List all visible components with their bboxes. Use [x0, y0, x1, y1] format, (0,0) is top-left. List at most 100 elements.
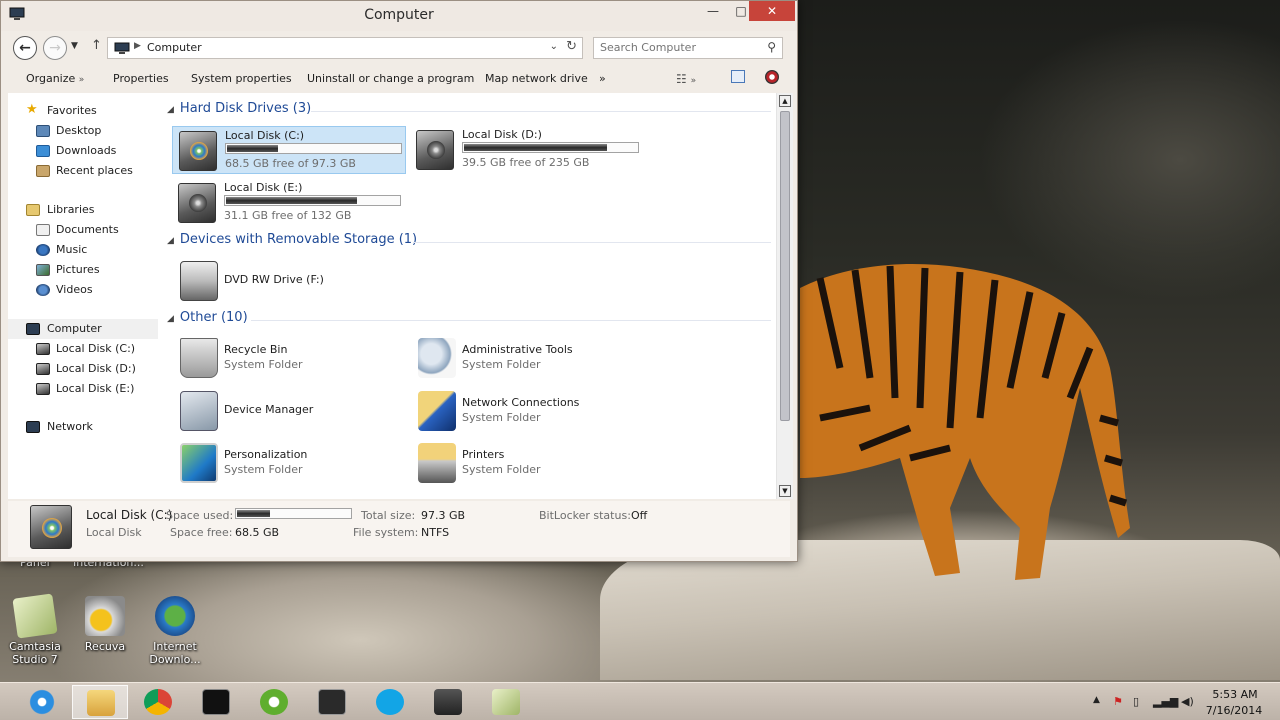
- back-button[interactable]: ←: [13, 36, 37, 60]
- taskbar-skype[interactable]: [362, 685, 418, 719]
- details-usage-fill: [237, 510, 270, 517]
- nav-item-documents[interactable]: Documents: [8, 220, 158, 240]
- organize-button[interactable]: Organize »: [26, 72, 84, 85]
- window-title: Computer: [364, 7, 434, 23]
- recycle-bin-tile[interactable]: Recycle Bin System Folder: [172, 335, 406, 381]
- nav-item-favorites[interactable]: ★ Favorites: [8, 101, 158, 121]
- personalization-icon: [180, 443, 218, 483]
- address-bar[interactable]: ▶ Computer ⌄ ↻: [107, 37, 583, 59]
- taskbar-camtasia-studio[interactable]: [478, 685, 534, 719]
- printer-icon: [418, 443, 456, 483]
- details-total-size-label: Total size:: [361, 509, 416, 522]
- up-arrow-icon[interactable]: ↑: [91, 38, 102, 53]
- taskbar-media-app[interactable]: [304, 685, 360, 719]
- administrative-tools-tile[interactable]: Administrative Tools System Folder: [410, 335, 644, 381]
- camtasia-icon: [492, 689, 520, 715]
- map-network-drive-button[interactable]: Map network drive: [485, 72, 588, 85]
- dvd-drive-tile[interactable]: DVD RW Drive (F:): [172, 258, 406, 304]
- nav-item-downloads[interactable]: Downloads: [8, 141, 158, 161]
- desktop-icon-recuva[interactable]: Recuva: [70, 596, 140, 653]
- close-button[interactable]: ✕: [749, 1, 795, 21]
- volume-icon[interactable]: ◀): [1181, 695, 1194, 708]
- details-pane: Local Disk (C:) Local Disk Space used: S…: [8, 501, 790, 557]
- nav-item-disk-c[interactable]: Local Disk (C:): [8, 339, 158, 359]
- address-dropdown-icon[interactable]: ⌄: [550, 41, 558, 52]
- power-icon[interactable]: ▯: [1133, 695, 1139, 708]
- clock-time[interactable]: 5:53 AM: [1210, 688, 1260, 701]
- nav-item-network[interactable]: Network: [8, 417, 158, 437]
- desktop-icon-internet-download[interactable]: Internet Downlo...: [140, 596, 210, 666]
- network-connections-tile[interactable]: Network Connections System Folder: [410, 388, 644, 434]
- desktop-icon-camtasia[interactable]: Camtasia Studio 7: [0, 593, 70, 666]
- hard-disk-icon: [36, 363, 50, 375]
- taskbar-chrome[interactable]: [130, 685, 186, 719]
- nav-item-disk-e[interactable]: Local Disk (E:): [8, 379, 158, 399]
- computer-icon: [26, 323, 40, 335]
- camtasia-icon: [12, 593, 58, 639]
- clock-date[interactable]: 7/16/2014: [1204, 704, 1264, 717]
- drive-tile-d[interactable]: Local Disk (D:) 39.5 GB free of 235 GB: [410, 126, 644, 174]
- title-bar[interactable]: Computer — □ ✕: [1, 1, 797, 31]
- nav-item-libraries[interactable]: Libraries: [8, 200, 158, 220]
- drive-usage-bar: [224, 195, 401, 206]
- item-type: System Folder: [462, 411, 541, 424]
- scroll-up-arrow-icon[interactable]: ▲: [779, 95, 791, 107]
- navigation-pane: ★ Favorites Desktop Downloads Recent pla…: [8, 93, 158, 499]
- search-box[interactable]: ⚲: [593, 37, 783, 59]
- taskbar-internet-explorer[interactable]: [14, 685, 70, 719]
- item-name: Recycle Bin: [224, 343, 288, 356]
- nav-item-label: Libraries: [47, 203, 95, 216]
- wallpaper-tiger: [800, 258, 1130, 588]
- nav-item-recent-places[interactable]: Recent places: [8, 161, 158, 181]
- windows-drive-icon: [30, 505, 72, 549]
- drive-usage-fill: [464, 144, 608, 151]
- breadcrumb-chevron-icon[interactable]: ▶: [134, 41, 141, 51]
- desktop-icon: [36, 125, 50, 137]
- show-hidden-icons-icon[interactable]: ▲: [1093, 695, 1100, 705]
- nav-item-desktop[interactable]: Desktop: [8, 121, 158, 141]
- drive-tile-e[interactable]: Local Disk (E:) 31.1 GB free of 132 GB: [172, 179, 406, 227]
- vertical-scrollbar[interactable]: ▲ ▼: [776, 93, 793, 499]
- refresh-icon[interactable]: ↻: [566, 39, 577, 54]
- recent-locations-dropdown-icon[interactable]: ▼: [71, 41, 78, 51]
- hard-disk-icon: [36, 383, 50, 395]
- nav-item-label: Pictures: [56, 263, 100, 276]
- nav-item-music[interactable]: Music: [8, 240, 158, 260]
- properties-button[interactable]: Properties: [113, 72, 169, 85]
- command-prompt-icon: [202, 689, 230, 715]
- nav-item-disk-d[interactable]: Local Disk (D:): [8, 359, 158, 379]
- more-commands-button[interactable]: »: [599, 72, 606, 85]
- uninstall-program-button[interactable]: Uninstall or change a program: [307, 72, 474, 85]
- forward-button[interactable]: →: [43, 36, 67, 60]
- group-header-hard-disks[interactable]: ◢ Hard Disk Drives (3): [167, 101, 311, 121]
- taskbar-command-prompt[interactable]: [188, 685, 244, 719]
- nav-item-pictures[interactable]: Pictures: [8, 260, 158, 280]
- videos-icon: [36, 284, 50, 296]
- change-view-icon[interactable]: ☷ »: [676, 72, 696, 86]
- drive-tile-c[interactable]: Local Disk (C:) 68.5 GB free of 97.3 GB: [172, 126, 406, 174]
- system-properties-button[interactable]: System properties: [191, 72, 292, 85]
- drive-usage-fill: [227, 145, 278, 152]
- downloads-icon: [36, 145, 50, 157]
- minimize-button[interactable]: —: [699, 1, 727, 21]
- breadcrumb[interactable]: Computer: [147, 41, 202, 54]
- nav-item-videos[interactable]: Videos: [8, 280, 158, 300]
- personalization-tile[interactable]: Personalization System Folder: [172, 440, 406, 486]
- search-input[interactable]: [600, 41, 760, 54]
- group-header-removable[interactable]: ◢ Devices with Removable Storage (1): [167, 232, 417, 252]
- taskbar-file-explorer[interactable]: [72, 685, 128, 719]
- scroll-down-arrow-icon[interactable]: ▼: [779, 485, 791, 497]
- search-icon[interactable]: ⚲: [767, 40, 776, 54]
- taskbar-camtasia-recorder[interactable]: [420, 685, 476, 719]
- group-header-other[interactable]: ◢ Other (10): [167, 310, 248, 330]
- drive-name: Local Disk (E:): [224, 181, 303, 194]
- network-signal-icon[interactable]: ▂▄▆: [1153, 695, 1178, 708]
- scroll-thumb[interactable]: [780, 111, 790, 421]
- nav-item-computer[interactable]: Computer: [8, 319, 158, 339]
- help-icon[interactable]: [765, 70, 779, 84]
- printers-tile[interactable]: Printers System Folder: [410, 440, 644, 486]
- taskbar-utorrent[interactable]: [246, 685, 302, 719]
- device-manager-tile[interactable]: Device Manager: [172, 388, 406, 434]
- action-center-flag-icon[interactable]: ⚑: [1113, 695, 1123, 708]
- preview-pane-icon[interactable]: [731, 70, 745, 83]
